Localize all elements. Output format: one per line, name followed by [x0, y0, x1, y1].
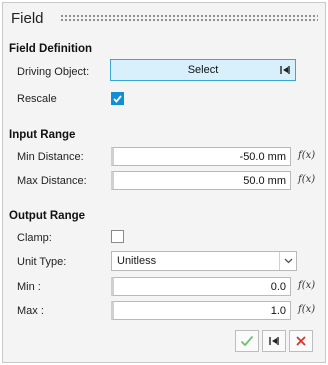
unit-type-label: Unit Type: — [17, 256, 67, 268]
clamp-checkbox[interactable] — [111, 230, 124, 243]
select-target-icon — [269, 337, 279, 345]
section-field-definition: Field Definition — [9, 43, 93, 55]
output-min-fx-icon[interactable]: f(x) — [298, 280, 315, 291]
output-max-fx-icon[interactable]: f(x) — [298, 304, 315, 315]
drag-grip-handle[interactable] — [59, 14, 318, 22]
driving-object-label: Driving Object: — [17, 66, 90, 78]
max-distance-label: Max Distance: — [17, 175, 87, 187]
min-distance-input[interactable]: -50.0 mm — [111, 147, 291, 166]
rescale-label: Rescale — [17, 93, 57, 105]
confirm-button[interactable] — [235, 330, 259, 352]
check-icon — [240, 335, 254, 347]
section-output-range: Output Range — [9, 210, 86, 222]
max-distance-input[interactable]: 50.0 mm — [111, 171, 291, 190]
unit-type-value: Unitless — [117, 255, 157, 267]
cancel-button[interactable] — [289, 330, 313, 352]
min-distance-label: Min Distance: — [17, 151, 84, 163]
select-button-label: Select — [187, 64, 219, 76]
output-max-label: Max : — [17, 305, 44, 317]
min-distance-fx-icon[interactable]: f(x) — [298, 150, 315, 161]
rescale-checkbox[interactable] — [111, 92, 124, 105]
unit-type-dropdown[interactable]: Unitless — [111, 251, 297, 271]
section-input-range: Input Range — [9, 129, 76, 141]
reselect-button[interactable] — [262, 330, 286, 352]
output-min-label: Min : — [17, 281, 41, 293]
max-distance-fx-icon[interactable]: f(x) — [298, 174, 315, 185]
check-icon — [113, 95, 122, 103]
clamp-label: Clamp: — [17, 232, 52, 244]
output-min-input[interactable]: 0.0 — [111, 277, 291, 296]
panel-title: Field — [11, 9, 44, 27]
driving-object-select-button[interactable]: Select — [110, 59, 296, 81]
panel-titlebar[interactable]: Field — [3, 3, 325, 33]
close-icon — [296, 336, 306, 346]
chevron-down-icon[interactable] — [279, 252, 296, 270]
select-target-icon — [280, 66, 290, 74]
output-max-input[interactable]: 1.0 — [111, 301, 291, 320]
